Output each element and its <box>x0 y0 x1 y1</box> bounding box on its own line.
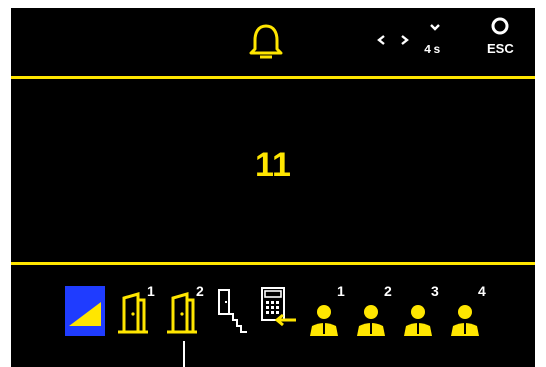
door-1-icon[interactable]: 1 <box>114 282 162 338</box>
user-4-icon[interactable]: 4 <box>447 282 493 338</box>
svg-text:1: 1 <box>147 283 155 299</box>
svg-text:1: 1 <box>337 283 345 299</box>
main-value: 11 <box>255 146 291 184</box>
svg-text:2: 2 <box>384 283 392 299</box>
chevron-right-icon[interactable] <box>397 33 411 47</box>
bottom-divider <box>11 262 535 265</box>
svg-text:2: 2 <box>196 283 204 299</box>
chevron-left-icon[interactable] <box>375 33 389 47</box>
menu-icon-bar: 1 2 1 2 3 4 <box>11 276 535 342</box>
stairs-exit-icon[interactable] <box>213 286 253 338</box>
top-divider <box>11 76 535 79</box>
device-screen: 4s ESC 11 1 2 1 2 3 4 <box>11 8 535 367</box>
text-cursor <box>183 341 185 367</box>
door-2-icon[interactable]: 2 <box>163 282 211 338</box>
user-2-icon[interactable]: 2 <box>353 282 399 338</box>
user-1-icon[interactable]: 1 <box>306 282 352 338</box>
hold-duration-label: 4s <box>424 43 443 57</box>
esc-label[interactable]: ESC <box>487 41 514 56</box>
bell-icon[interactable] <box>246 22 286 66</box>
svg-text:3: 3 <box>431 283 439 299</box>
header-bar: 4s ESC <box>11 8 535 76</box>
user-3-icon[interactable]: 3 <box>400 282 446 338</box>
keypad-entry-icon[interactable] <box>256 284 300 336</box>
svg-text:4: 4 <box>478 283 486 299</box>
esc-circle-icon[interactable] <box>490 16 510 36</box>
chevron-down-icon[interactable] <box>428 22 442 34</box>
level-icon[interactable] <box>65 286 105 336</box>
